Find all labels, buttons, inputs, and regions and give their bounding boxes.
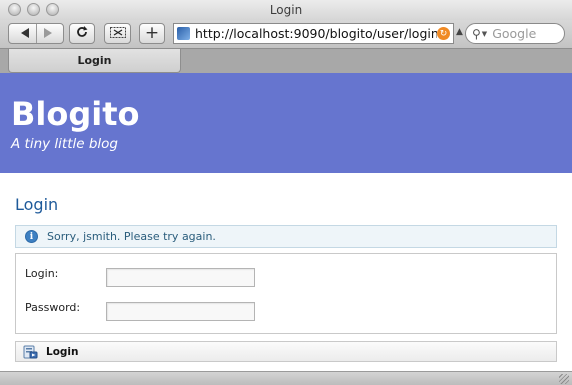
add-icon: +	[144, 23, 160, 43]
reload-icon	[76, 26, 88, 41]
favicon-icon	[177, 27, 190, 40]
submit-label: Login	[46, 345, 79, 358]
browser-toolbar: + http://localhost:9090/blogito/user/log…	[0, 20, 572, 48]
forward-icon[interactable]	[43, 27, 52, 41]
login-submit-button[interactable]: Login	[15, 341, 557, 362]
address-text[interactable]: http://localhost:9090/blogito/user/login	[195, 26, 437, 41]
search-dropdown-icon[interactable]: ▼	[482, 30, 487, 38]
window-title: Login	[269, 3, 303, 17]
resize-grip[interactable]	[559, 374, 569, 384]
snip-icon	[109, 26, 126, 41]
site-tagline: A tiny little blog	[11, 136, 118, 152]
notice-message: i Sorry, jsmith. Please try again.	[15, 225, 557, 248]
address-bar[interactable]: http://localhost:9090/blogito/user/login…	[173, 23, 454, 44]
login-input[interactable]	[106, 268, 255, 287]
add-bookmark-button[interactable]: +	[139, 23, 165, 44]
site-header: Blogito A tiny little blog	[0, 73, 572, 173]
info-icon: i	[25, 230, 38, 243]
tab-bar: Login	[0, 48, 572, 73]
submit-icon	[23, 345, 38, 359]
status-bar	[0, 371, 572, 385]
page-title: Login	[15, 195, 59, 214]
login-form: Login: Password:	[15, 253, 557, 334]
password-input[interactable]	[106, 302, 255, 321]
login-label: Login:	[25, 267, 59, 280]
site-title[interactable]: Blogito	[11, 95, 140, 133]
tab-login[interactable]: Login	[8, 49, 181, 73]
search-icon: ⚲	[472, 26, 481, 41]
notice-text: Sorry, jsmith. Please try again.	[47, 230, 216, 243]
back-forward-group	[8, 23, 64, 44]
search-field[interactable]: ⚲ ▼ Google	[465, 23, 565, 44]
password-label: Password:	[25, 301, 81, 314]
search-placeholder: Google	[492, 26, 537, 41]
caret-icon[interactable]: ▲	[456, 27, 463, 37]
window-titlebar: Login	[0, 0, 572, 21]
rss-icon[interactable]: ↻	[437, 27, 450, 40]
back-icon[interactable]	[20, 27, 30, 41]
reload-button[interactable]	[69, 23, 95, 44]
snip-button[interactable]	[104, 23, 131, 44]
